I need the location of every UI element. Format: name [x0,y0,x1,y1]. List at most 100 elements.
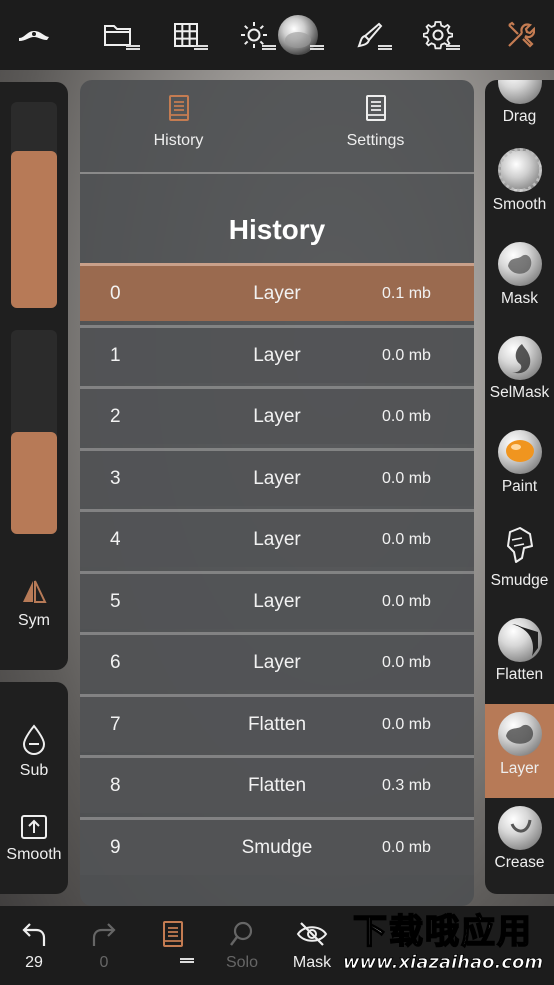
tool-mask-label: Mask [500,290,539,307]
history-row[interactable]: 0 Layer 0.1 mb [80,263,474,321]
undo-count: 29 [25,954,43,971]
tool-crease-label: Crease [494,854,545,871]
history-row-index: 7 [110,714,121,735]
flatten-tool-icon [497,618,542,662]
book-icon [163,921,183,947]
solo-button[interactable]: Solo [212,920,272,972]
tool-smooth-label: Smooth [492,196,547,213]
watermark: 下载哦应用 www.xiazaihao.com [332,911,554,985]
tool-selmask-label: SelMask [489,384,550,401]
history-tabs: History Settings [80,80,474,174]
tool-flatten-label: Flatten [495,666,544,683]
intensity-slider[interactable] [11,330,57,534]
history-row-name: Layer [253,283,301,304]
search-icon [230,921,253,946]
history-row-size: 0.1 mb [382,285,431,302]
folder-icon[interactable] [96,12,140,58]
smooth-label: Smooth [6,846,62,863]
tool-selmask[interactable]: SelMask [485,328,554,422]
history-row-index: 6 [110,652,121,673]
drag-tool-icon [497,80,542,104]
smooth-tool-icon [497,148,542,192]
sub-label: Sub [19,762,49,779]
history-row-size: 0.3 mb [382,777,431,794]
eye-slash-icon [296,922,328,946]
undo-icon [22,923,46,946]
history-row-index: 8 [110,775,121,796]
submenu-indicator [180,958,194,963]
history-row[interactable]: 7 Flatten 0.0 mb [80,694,474,752]
history-row-index: 5 [110,591,121,612]
tool-drag-label: Drag [502,108,537,125]
history-row-size: 0.0 mb [382,408,431,425]
crease-tool-icon [497,806,542,850]
tab-history[interactable]: History [80,94,277,150]
history-row[interactable]: 3 Layer 0.0 mb [80,448,474,506]
tab-settings-label: Settings [346,132,405,149]
sub-button[interactable]: Sub [0,724,68,780]
history-row-name: Flatten [247,775,307,796]
history-row-size: 0.0 mb [382,347,431,364]
sym-label: Sym [18,612,50,629]
radius-slider-fill [11,151,57,308]
watermark-url: www.xiazaihao.com [342,952,544,974]
undo-button[interactable]: 29 [4,920,64,972]
history-toggle-button[interactable] [144,920,204,963]
material-sphere-icon[interactable] [276,12,324,58]
history-row[interactable]: 9 Smudge 0.0 mb [80,817,474,875]
history-row-size: 0.0 mb [382,654,431,671]
redo-count: 0 [99,954,109,971]
left-slider-panel: Sym [0,82,68,670]
mask-tool-icon [497,242,542,286]
history-row-index: 2 [110,406,121,427]
tool-flatten[interactable]: Flatten [485,610,554,704]
history-row-size: 0.0 mb [382,593,431,610]
history-row-name: Layer [253,591,301,612]
tab-history-label: History [153,132,204,149]
history-row-index: 0 [110,283,121,304]
history-row-index: 1 [110,345,121,366]
history-row-name: Layer [253,652,301,673]
history-row-name: Layer [253,345,301,366]
gear-icon[interactable] [416,12,460,58]
tool-crease[interactable]: Crease [485,798,554,892]
radius-slider[interactable] [11,102,57,308]
sun-icon[interactable] [232,12,276,58]
tool-smudge[interactable]: Smudge [485,516,554,610]
tool-layer[interactable]: Layer [485,704,554,798]
brush-icon[interactable] [348,12,392,58]
tool-mask[interactable]: Mask [485,234,554,328]
smooth-toggle-button[interactable]: Smooth [0,814,68,864]
history-row-size: 0.0 mb [382,470,431,487]
history-row-name: Smudge [241,837,313,858]
book-icon [365,95,386,121]
selmask-tool-icon [497,336,542,380]
symmetry-icon [23,580,47,603]
history-row[interactable]: 4 Layer 0.0 mb [80,509,474,567]
tools-icon[interactable] [498,12,542,58]
grid-icon[interactable] [164,12,208,58]
history-row[interactable]: 8 Flatten 0.3 mb [80,755,474,813]
sym-button[interactable]: Sym [0,578,68,630]
top-toolbar [0,0,554,70]
watermark-text: 下载哦应用 [352,911,533,953]
history-row-size: 0.0 mb [382,531,431,548]
left-tool-panel: Sub Smooth [0,682,68,894]
redo-button[interactable]: 0 [74,920,134,972]
tabs-divider [80,172,474,174]
tool-paint[interactable]: Paint [485,422,554,516]
tool-drag[interactable]: Drag [485,80,554,146]
tool-paint-label: Paint [501,478,538,495]
redo-icon [92,923,116,946]
right-tool-panel: Drag Smooth Mask SelMask Paint Smudge Fl… [485,80,554,894]
intensity-slider-fill [11,432,57,534]
history-title: History [228,214,326,245]
tool-smudge-label: Smudge [490,572,549,589]
tool-smooth[interactable]: Smooth [485,140,554,234]
history-row[interactable]: 6 Layer 0.0 mb [80,632,474,690]
tab-settings[interactable]: Settings [277,94,474,150]
history-row[interactable]: 2 Layer 0.0 mb [80,386,474,444]
history-row[interactable]: 5 Layer 0.0 mb [80,571,474,629]
history-row[interactable]: 1 Layer 0.0 mb [80,325,474,383]
sculpt-logo-icon[interactable] [12,12,56,58]
